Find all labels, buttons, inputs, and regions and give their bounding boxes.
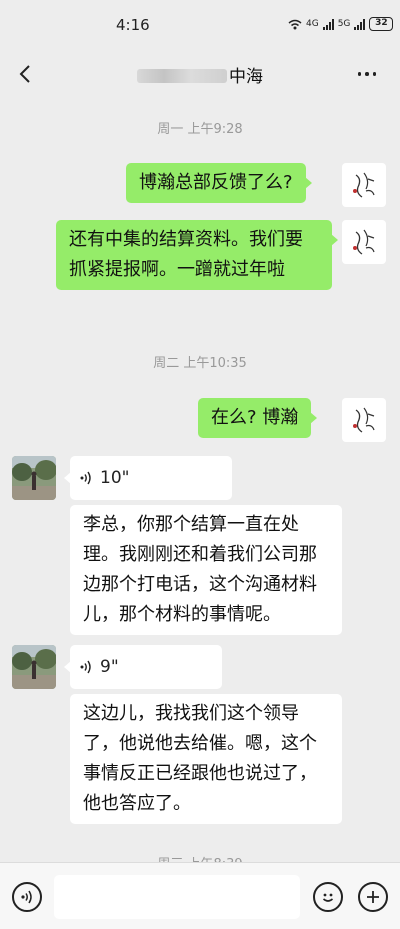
voice-mode-icon[interactable] [12,882,42,912]
calligraphy-avatar-icon [353,407,375,433]
my-message-bubble[interactable]: 博瀚总部反馈了么? [126,163,312,203]
network-type-2: 5G [337,19,351,29]
contact-message-bubble[interactable]: 这边儿，我找我们这个领导了，他说他去给催。嗯，这个事情反正已经跟他也说过了，他也… [70,694,342,824]
voice-wave-icon [80,471,91,485]
message-timestamp: 周一 上午9:28 [157,122,243,137]
my-avatar[interactable] [342,163,386,207]
more-icon[interactable] [352,64,382,84]
contact-message-bubble[interactable]: 李总，你那个结算一直在处理。我刚刚还和着我们公司那边那个打电话，这个沟通材料儿，… [70,505,342,635]
wifi-icon [288,19,302,29]
back-icon[interactable] [14,60,36,88]
my-avatar[interactable] [342,398,386,442]
emoji-icon[interactable] [313,882,343,912]
chat-title-text: 中海 [229,67,263,87]
add-icon[interactable] [358,882,388,912]
status-time: 4:16 [116,16,150,34]
calligraphy-avatar-icon [353,229,375,255]
signal-icon [322,18,334,30]
my-message-bubble[interactable]: 还有中集的结算资料。我们要抓紧提报啊。一蹭就过年啦 [56,220,338,290]
contact-avatar[interactable] [12,645,56,689]
message-input[interactable] [54,875,300,919]
contact-avatar[interactable] [12,456,56,500]
voice-wave-icon [80,660,91,674]
voice-duration: 9" [100,657,119,677]
status-icons: 4G 5G 32 [288,17,394,31]
voice-message[interactable]: 10" [64,456,232,500]
my-avatar[interactable] [342,220,386,264]
message-timestamp: 周二 上午10:35 [153,356,247,371]
title-redacted [137,69,227,83]
my-message-bubble[interactable]: 在么? 博瀚 [198,398,318,438]
battery-icon: 32 [369,17,394,31]
garden-photo-avatar [12,645,56,689]
calligraphy-avatar-icon [353,172,375,198]
garden-photo-avatar [12,456,56,500]
voice-duration: 10" [100,468,130,488]
voice-message[interactable]: 9" [64,645,222,689]
signal-icon-2 [354,18,366,30]
network-type-1: 4G [306,19,319,29]
chat-title[interactable]: 中海 [60,62,340,87]
